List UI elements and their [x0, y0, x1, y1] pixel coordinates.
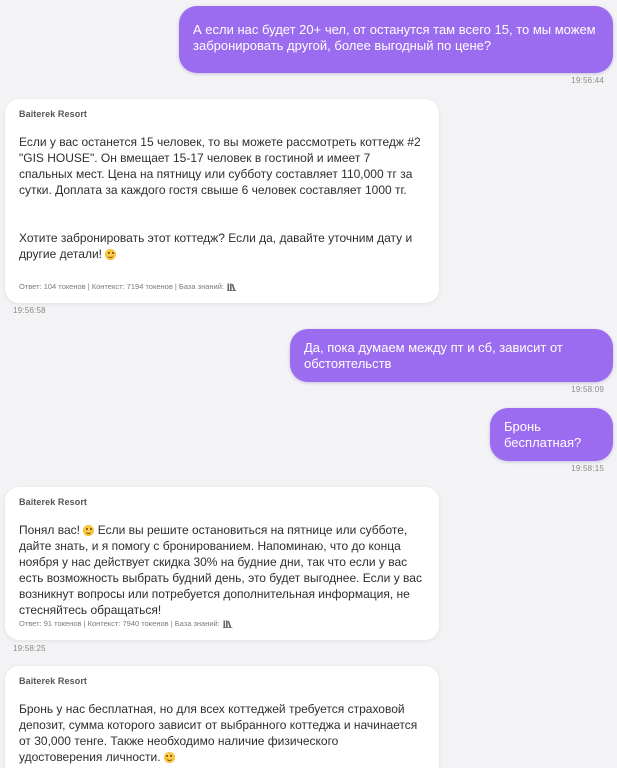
- message-timestamp: 19:58:09: [571, 385, 604, 394]
- bot-paragraph: Бронь у нас бесплатная, но для всех котт…: [19, 701, 425, 765]
- books-icon[interactable]: [222, 620, 233, 628]
- bot-message-bubble: Baiterek Resort Бронь у нас бесплатная, …: [5, 666, 439, 768]
- bot-message-bubble: Baiterek Resort Понял вас! Если вы решит…: [5, 487, 439, 640]
- bot-message-text: Бронь у нас бесплатная, но для всех котт…: [19, 701, 425, 765]
- user-message-bubble: Да, пока думаем между пт и сб, зависит о…: [290, 329, 613, 382]
- response-meta: Ответ: 91 токенов | Контекст: 7940 токен…: [19, 619, 233, 628]
- message-timestamp: 19:56:58: [13, 306, 46, 315]
- message-timestamp: 19:58:15: [571, 464, 604, 473]
- bot-paragraph-text: Если вы решите остановиться на пятнице и…: [19, 523, 422, 617]
- user-message-text: Бронь бесплатная?: [504, 418, 582, 450]
- user-message-text: Да, пока думаем между пт и сб, зависит о…: [304, 339, 563, 371]
- user-message-bubble: А если нас будет 20+ чел, от останутся т…: [179, 6, 613, 73]
- bot-message-text: Если у вас останется 15 человек, то вы м…: [19, 134, 425, 262]
- smiling-face-emoji-icon: [83, 525, 95, 536]
- response-meta-text: Ответ: 104 токенов | Контекст: 7194 токе…: [19, 282, 224, 291]
- message-timestamp: 19:58:25: [13, 644, 46, 653]
- bot-sender-name: Baiterek Resort: [19, 109, 88, 119]
- user-message-text: А если нас будет 20+ чел, от останутся т…: [193, 22, 596, 53]
- chat-window: А если нас будет 20+ чел, от останутся т…: [0, 0, 617, 768]
- user-message-bubble: Бронь бесплатная?: [490, 408, 613, 461]
- bot-paragraph: Если у вас останется 15 человек, то вы м…: [19, 135, 421, 197]
- bot-sender-name: Baiterek Resort: [19, 497, 88, 507]
- bot-message-bubble: Baiterek Resort Если у вас останется 15 …: [5, 99, 439, 303]
- books-icon[interactable]: [226, 283, 237, 291]
- bot-paragraph: Понял вас! Если вы решите остановиться н…: [19, 522, 425, 618]
- response-meta-text: Ответ: 91 токенов | Контекст: 7940 токен…: [19, 619, 220, 628]
- message-timestamp: 19:56:44: [571, 76, 604, 85]
- bot-paragraph-text: Понял вас!: [19, 523, 81, 537]
- bot-paragraph: Хотите забронировать этот коттедж? Если …: [19, 230, 425, 262]
- bot-sender-name: Baiterek Resort: [19, 676, 88, 686]
- bot-paragraph-text: Хотите забронировать этот коттедж? Если …: [19, 231, 413, 261]
- bot-paragraph-text: Бронь у нас бесплатная, но для всех котт…: [19, 702, 418, 764]
- smiling-face-emoji-icon: [105, 249, 117, 260]
- response-meta: Ответ: 104 токенов | Контекст: 7194 токе…: [19, 282, 237, 291]
- smiling-face-emoji-icon: [163, 752, 175, 763]
- bot-message-text: Понял вас! Если вы решите остановиться н…: [19, 522, 425, 618]
